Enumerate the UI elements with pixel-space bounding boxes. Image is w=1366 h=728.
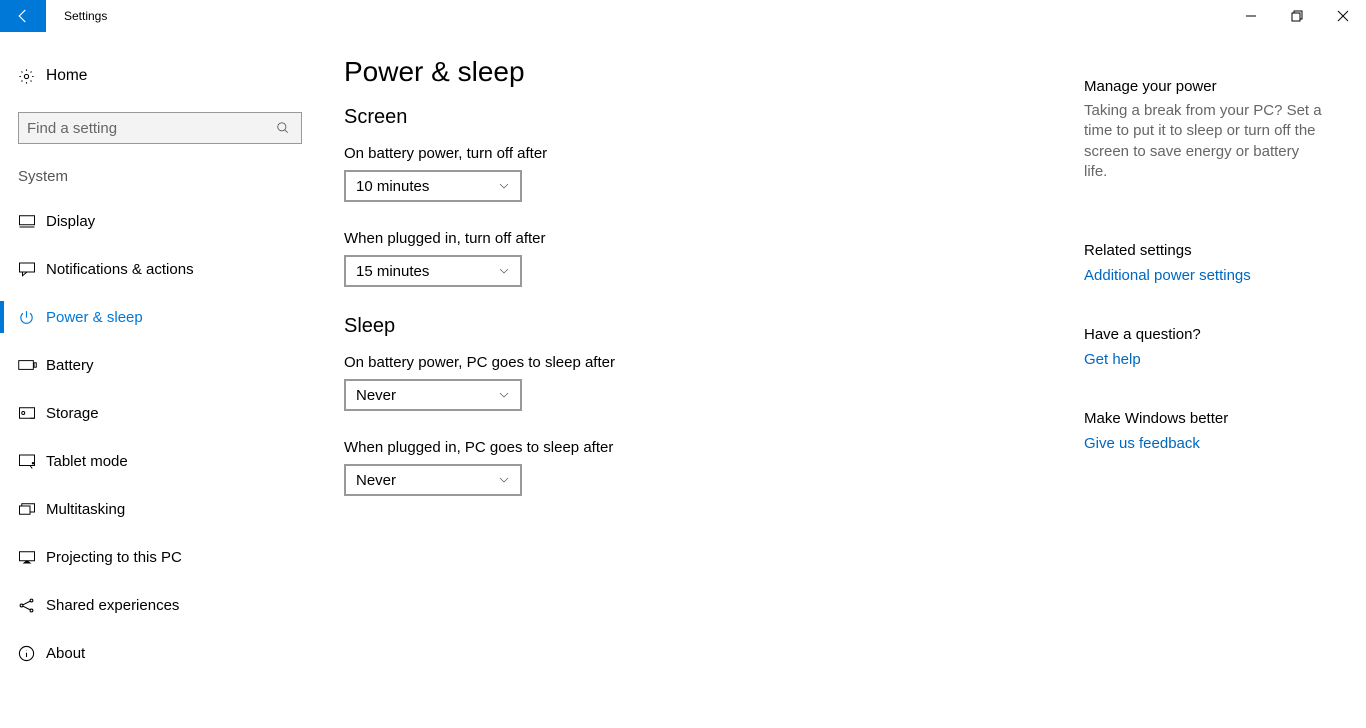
screen-plugged-dropdown[interactable]: 15 minutes	[344, 255, 522, 287]
dropdown-value: Never	[356, 472, 396, 489]
screen-plugged-label: When plugged in, turn off after	[344, 230, 1084, 247]
main-content: Power & sleep Screen On battery power, t…	[344, 56, 1084, 728]
minimize-button[interactable]	[1228, 0, 1274, 32]
search-input[interactable]	[27, 120, 273, 137]
chevron-down-icon	[498, 265, 510, 277]
sidebar-item-label: Tablet mode	[46, 453, 128, 470]
sidebar-item-power-sleep[interactable]: Power & sleep	[0, 293, 320, 341]
category-label: System	[0, 168, 320, 185]
sidebar-item-multitasking[interactable]: Multitasking	[0, 485, 320, 533]
sidebar-item-about[interactable]: About	[0, 629, 320, 677]
manage-power-text: Taking a break from your PC? Set a time …	[1084, 101, 1324, 182]
sidebar-item-display[interactable]: Display	[0, 197, 320, 245]
home-nav[interactable]: Home	[0, 60, 320, 92]
sidebar-item-label: Display	[46, 213, 95, 230]
sidebar-item-tablet[interactable]: Tablet mode	[0, 437, 320, 485]
sidebar-item-label: Notifications & actions	[46, 261, 194, 278]
storage-icon	[18, 406, 46, 420]
question-heading: Have a question?	[1084, 326, 1324, 343]
share-icon	[18, 597, 46, 614]
dropdown-value: 10 minutes	[356, 178, 429, 195]
screen-battery-label: On battery power, turn off after	[344, 145, 1084, 162]
project-icon	[18, 550, 46, 564]
battery-icon	[18, 359, 46, 371]
section-sleep: Sleep	[344, 315, 1084, 338]
sidebar-item-battery[interactable]: Battery	[0, 341, 320, 389]
sidebar-item-label: Multitasking	[46, 501, 125, 518]
section-screen: Screen	[344, 106, 1084, 129]
dropdown-value: Never	[356, 387, 396, 404]
sidebar-item-storage[interactable]: Storage	[0, 389, 320, 437]
window-controls	[1228, 0, 1366, 32]
home-label: Home	[46, 67, 87, 85]
page-title: Power & sleep	[344, 56, 1084, 88]
sidebar-item-shared[interactable]: Shared experiences	[0, 581, 320, 629]
power-icon	[18, 309, 46, 326]
sidebar-item-label: Battery	[46, 357, 94, 374]
speech-icon	[18, 261, 46, 277]
monitor-icon	[18, 214, 46, 228]
sidebar-item-label: About	[46, 645, 85, 662]
sleep-plugged-dropdown[interactable]: Never	[344, 464, 522, 496]
feedback-link[interactable]: Give us feedback	[1084, 435, 1324, 452]
better-heading: Make Windows better	[1084, 410, 1324, 427]
back-button[interactable]	[0, 0, 46, 32]
get-help-link[interactable]: Get help	[1084, 351, 1324, 368]
search-icon	[273, 121, 293, 135]
additional-power-link[interactable]: Additional power settings	[1084, 267, 1324, 284]
manage-power-heading: Manage your power	[1084, 78, 1324, 95]
sidebar-item-label: Shared experiences	[46, 597, 179, 614]
search-box[interactable]	[18, 112, 302, 144]
maximize-button[interactable]	[1274, 0, 1320, 32]
titlebar: Settings	[0, 0, 1366, 32]
sidebar-item-label: Projecting to this PC	[46, 549, 182, 566]
sidebar-item-label: Power & sleep	[46, 309, 143, 326]
sidebar-item-projecting[interactable]: Projecting to this PC	[0, 533, 320, 581]
close-button[interactable]	[1320, 0, 1366, 32]
sleep-battery-dropdown[interactable]: Never	[344, 379, 522, 411]
window-title: Settings	[64, 9, 107, 23]
screen-battery-dropdown[interactable]: 10 minutes	[344, 170, 522, 202]
sidebar: Home System Display Notifications & acti…	[0, 32, 320, 728]
chevron-down-icon	[498, 474, 510, 486]
right-panel: Manage your power Taking a break from yo…	[1084, 56, 1344, 728]
related-settings-heading: Related settings	[1084, 242, 1324, 259]
gear-icon	[18, 68, 46, 85]
info-icon	[18, 645, 46, 662]
sidebar-item-notifications[interactable]: Notifications & actions	[0, 245, 320, 293]
chevron-down-icon	[498, 389, 510, 401]
dropdown-value: 15 minutes	[356, 263, 429, 280]
sleep-battery-label: On battery power, PC goes to sleep after	[344, 354, 1084, 371]
sleep-plugged-label: When plugged in, PC goes to sleep after	[344, 439, 1084, 456]
multitasking-icon	[18, 502, 46, 516]
chevron-down-icon	[498, 180, 510, 192]
sidebar-item-label: Storage	[46, 405, 99, 422]
tablet-icon	[18, 453, 46, 469]
